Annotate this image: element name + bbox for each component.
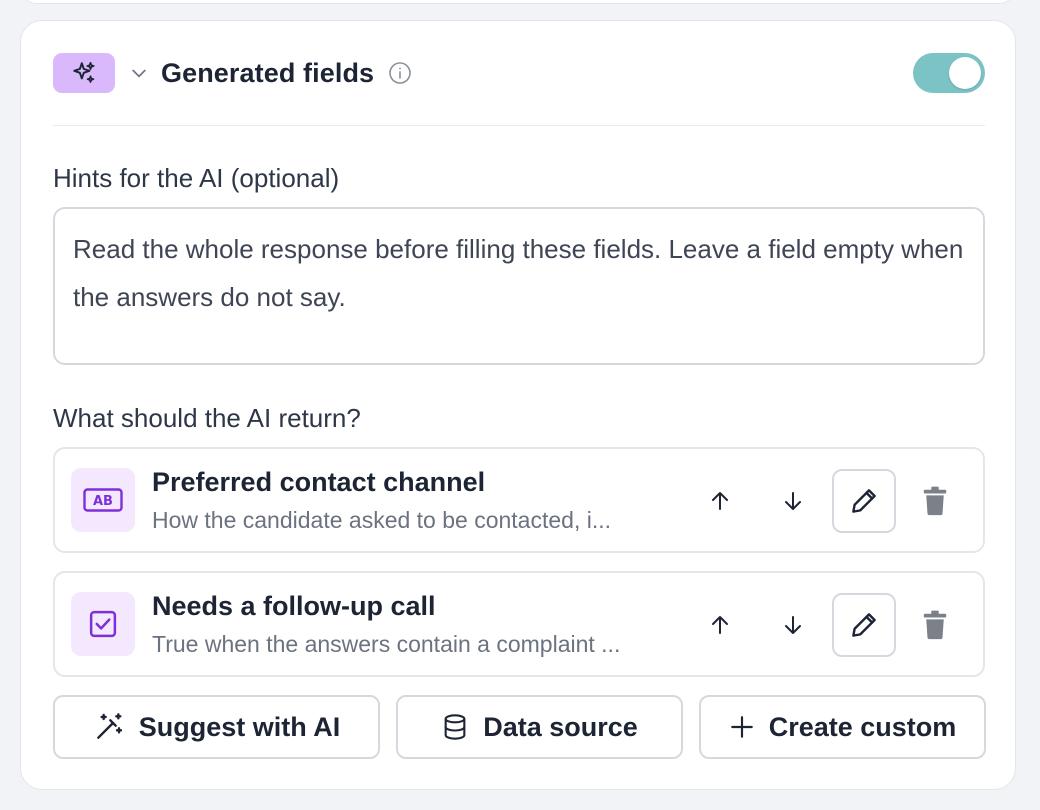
pencil-icon (852, 489, 876, 513)
sparkles-icon (73, 61, 95, 83)
database-icon (444, 714, 466, 740)
move-up-arrow-icon[interactable] (700, 605, 740, 645)
data-source-label: Data source (483, 711, 638, 742)
move-down-arrow-icon[interactable] (773, 481, 813, 521)
hints-label: Hints for the AI (optional) (53, 163, 340, 193)
create-custom-label: Create custom (768, 711, 957, 742)
toggle-knob (949, 57, 981, 89)
delete-trash-icon[interactable] (915, 605, 955, 645)
field-row[interactable]: AB Preferred contact channel How the can… (53, 447, 985, 553)
pencil-icon (852, 613, 876, 637)
text-ab-icon: AB (71, 468, 135, 532)
field-name: Needs a follow-up call (152, 591, 436, 621)
collapse-chevron-down-icon[interactable] (127, 61, 151, 85)
create-custom-button[interactable]: Create custom (699, 695, 986, 759)
magic-wand-icon (96, 713, 122, 739)
section-title: Generated fields (161, 57, 375, 88)
field-description: How the candidate asked to be contacted,… (152, 507, 612, 533)
hints-textarea[interactable]: Read the whole response before filling t… (53, 207, 985, 365)
field-name: Preferred contact channel (152, 467, 486, 497)
ai-sparkles-badge (53, 53, 115, 93)
svg-text:AB: AB (93, 494, 113, 509)
edit-pencil-button[interactable] (832, 469, 896, 533)
fields-label: What should the AI return? (53, 403, 361, 433)
plus-icon (730, 716, 753, 738)
delete-trash-icon[interactable] (915, 481, 955, 521)
info-icon[interactable] (388, 61, 412, 85)
field-description: True when the answers contain a complain… (152, 631, 621, 657)
data-source-button[interactable]: Data source (396, 695, 683, 759)
enabled-toggle[interactable] (913, 53, 985, 93)
generated-fields-card: Generated fields Hints for the AI (optio… (20, 20, 1016, 790)
suggest-with-ai-button[interactable]: Suggest with AI (53, 695, 380, 759)
previous-card (20, 0, 1016, 4)
suggest-label: Suggest with AI (138, 711, 341, 742)
field-row[interactable]: Needs a follow-up call True when the ans… (53, 571, 985, 677)
section-header: Generated fields (53, 53, 985, 93)
edit-pencil-button[interactable] (832, 593, 896, 657)
header-divider (53, 125, 985, 126)
checkbox-icon (71, 592, 135, 656)
move-down-arrow-icon[interactable] (773, 605, 813, 645)
move-up-arrow-icon[interactable] (700, 481, 740, 521)
